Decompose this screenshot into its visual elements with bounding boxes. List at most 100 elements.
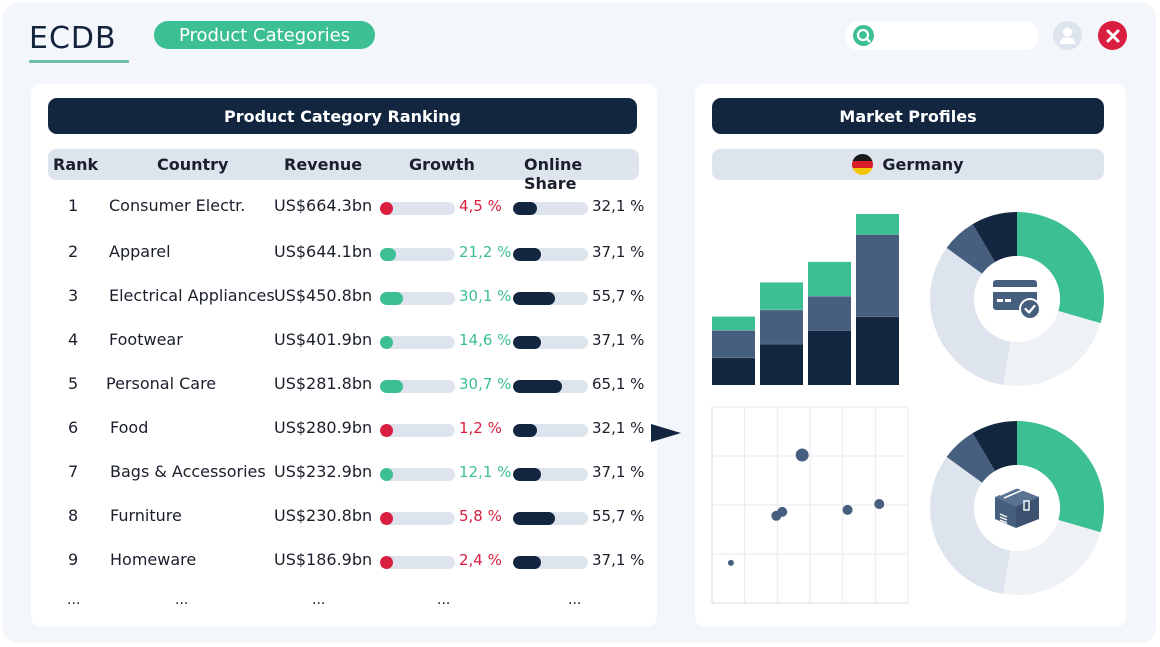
revenue-cell: US$232.9bn	[274, 462, 373, 481]
online-share-bar	[513, 468, 588, 481]
category-cell[interactable]: Consumer Electr.	[109, 196, 245, 215]
country-name: Germany	[882, 155, 964, 174]
online-share-bar-fill	[513, 292, 555, 305]
online-share-cell: 32,1 %	[592, 419, 645, 437]
table-row[interactable]: 9 Homeware US$186.9bn 2,4 % 37,1 %	[31, 547, 657, 577]
growth-bar-fill	[380, 424, 393, 437]
search-input[interactable]	[880, 25, 1030, 46]
revenue-cell: US$230.8bn	[274, 506, 373, 525]
more-revenue: ...	[312, 592, 326, 608]
table-row[interactable]: 2 Apparel US$644.1bn 21,2 % 37,1 %	[31, 239, 657, 269]
growth-bar	[380, 424, 455, 437]
rank-cell: 7	[68, 462, 79, 481]
rank-cell: 9	[68, 550, 79, 569]
market-profiles-title: Market Profiles	[712, 98, 1104, 134]
online-share-bar	[513, 424, 588, 437]
growth-cell: 21,2 %	[459, 243, 512, 261]
category-cell[interactable]: Electrical Appliances	[109, 286, 275, 305]
growth-bar-fill	[380, 202, 393, 215]
online-share-bar	[513, 202, 588, 215]
category-cell[interactable]: Personal Care	[106, 374, 216, 393]
category-cell[interactable]: Furniture	[110, 506, 182, 525]
table-row[interactable]: 6 Food US$280.9bn 1,2 % 32,1 %	[31, 415, 657, 445]
online-share-cell: 55,7 %	[592, 507, 645, 525]
more-category: ...	[175, 592, 189, 608]
market-profiles-panel: Market Profiles Germany	[695, 84, 1126, 627]
column-header-growth[interactable]: Growth	[409, 155, 475, 174]
online-share-bar	[513, 292, 588, 305]
column-header-rank[interactable]: Rank	[53, 155, 98, 174]
growth-bar	[380, 336, 455, 349]
column-header-country[interactable]: Country	[157, 155, 228, 174]
online-share-cell: 65,1 %	[592, 375, 645, 393]
online-share-cell: 37,1 %	[592, 551, 645, 569]
online-share-cell: 37,1 %	[592, 331, 645, 349]
online-share-bar-fill	[513, 424, 537, 437]
online-share-bar-fill	[513, 248, 541, 261]
growth-cell: 5,8 %	[459, 507, 502, 525]
search-icon[interactable]	[853, 25, 874, 46]
growth-cell: 30,1 %	[459, 287, 512, 305]
online-share-bar	[513, 512, 588, 525]
category-cell[interactable]: Homeware	[110, 550, 196, 569]
category-cell[interactable]: Food	[110, 418, 148, 437]
rank-cell: 5	[68, 374, 79, 393]
more-growth: ...	[437, 592, 451, 608]
ecdb-logo[interactable]: ECDB	[29, 22, 117, 56]
table-row[interactable]: 5 Personal Care US$281.8bn 30,7 % 65,1 %	[31, 371, 657, 401]
online-share-cell: 32,1 %	[592, 197, 645, 215]
table-header: Rank Country Revenue Growth Online Share	[48, 149, 639, 193]
growth-bar	[380, 248, 455, 261]
growth-bar-fill	[380, 556, 393, 569]
revenue-cell: US$280.9bn	[274, 418, 373, 437]
table-row[interactable]: 4 Footwear US$401.9bn 14,6 % 37,1 %	[31, 327, 657, 357]
growth-bar	[380, 468, 455, 481]
category-cell[interactable]: Apparel	[109, 242, 171, 261]
user-avatar-button[interactable]	[1053, 21, 1082, 50]
growth-cell: 2,4 %	[459, 551, 502, 569]
growth-bar	[380, 380, 455, 393]
rank-cell: 3	[68, 286, 79, 305]
table-row[interactable]: 7 Bags & Accessories US$232.9bn 12,1 % 37,1 …	[31, 459, 657, 489]
online-share-bar	[513, 380, 588, 393]
online-share-bar	[513, 556, 588, 569]
online-share-bar-fill	[513, 556, 541, 569]
close-button[interactable]	[1098, 21, 1127, 50]
table-row[interactable]: 8 Furniture US$230.8bn 5,8 % 55,7 %	[31, 503, 657, 533]
rank-cell: 1	[68, 196, 79, 215]
category-cell[interactable]: Footwear	[109, 330, 183, 349]
ranking-title: Product Category Ranking	[48, 98, 637, 134]
online-share-bar-fill	[513, 380, 562, 393]
growth-bar-fill	[380, 468, 393, 481]
growth-bar	[380, 202, 455, 215]
growth-cell: 12,1 %	[459, 463, 512, 481]
more-rank: ...	[67, 592, 81, 608]
logo-underline	[29, 60, 129, 63]
growth-bar-fill	[380, 292, 403, 305]
column-header-revenue[interactable]: Revenue	[284, 155, 362, 174]
rank-cell: 2	[68, 242, 79, 261]
table-row[interactable]: 1 Consumer Electr. US$664.3bn 4,5 % 32,1 %	[31, 193, 657, 223]
rank-cell: 6	[68, 418, 79, 437]
growth-bar	[380, 512, 455, 525]
category-cell[interactable]: Bags & Accessories	[110, 462, 266, 481]
online-share-bar-fill	[513, 336, 541, 349]
growth-bar-fill	[380, 248, 396, 261]
table-row[interactable]: 3 Electrical Appliances US$450.8bn 30,1 % 55…	[31, 283, 657, 313]
revenue-cell: US$644.1bn	[274, 242, 373, 261]
rank-cell: 4	[68, 330, 79, 349]
revenue-cell: US$664.3bn	[274, 196, 373, 215]
online-share-bar-fill	[513, 512, 555, 525]
germany-flag-icon	[852, 154, 874, 175]
more-share: ...	[568, 592, 582, 608]
country-selector[interactable]: Germany	[712, 149, 1104, 180]
growth-cell: 30,7 %	[459, 375, 512, 393]
online-share-bar-fill	[513, 468, 541, 481]
online-share-cell: 37,1 %	[592, 463, 645, 481]
online-share-bar	[513, 336, 588, 349]
growth-bar-fill	[380, 380, 403, 393]
search-box[interactable]	[846, 21, 1038, 50]
column-header-online-share[interactable]: Online Share	[524, 155, 639, 193]
close-icon	[1106, 29, 1119, 42]
revenue-cell: US$401.9bn	[274, 330, 373, 349]
